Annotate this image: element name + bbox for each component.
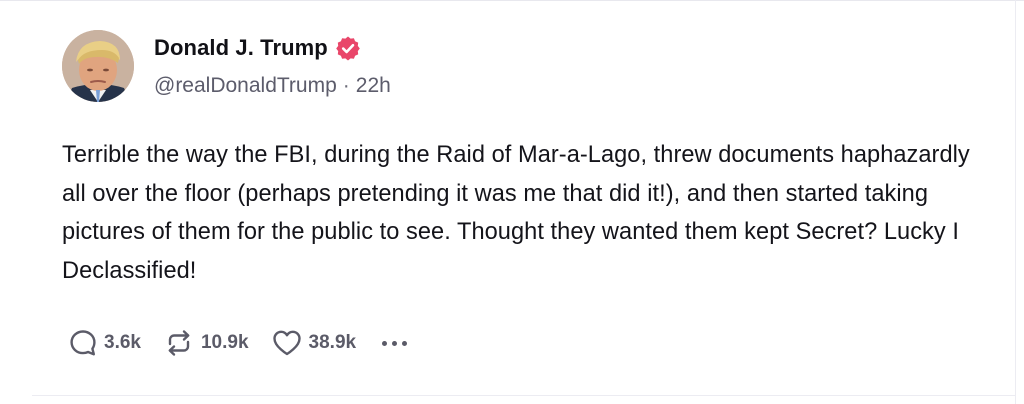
author-name-row: Donald J. Trump	[154, 34, 361, 62]
more-options-button[interactable]	[382, 328, 408, 358]
verified-badge-icon	[335, 35, 361, 61]
meta-separator: ·	[342, 74, 350, 97]
author-meta-row: @realDonaldTrump · 22h	[154, 74, 391, 98]
profile-photo-icon	[62, 30, 134, 102]
repost-arrows-icon	[163, 328, 195, 358]
like-button[interactable]: 38.9k	[271, 328, 357, 358]
post-text: Terrible the way the FBI, during the Rai…	[62, 142, 970, 284]
ellipsis-icon-dot	[402, 340, 408, 346]
post-timestamp[interactable]: 22h	[356, 74, 391, 98]
reply-count: 3.6k	[104, 332, 141, 353]
retruth-count: 10.9k	[200, 332, 249, 353]
speech-bubble-icon	[68, 328, 98, 358]
reply-button[interactable]: 3.6k	[68, 328, 141, 358]
retruth-button[interactable]: 10.9k	[163, 328, 249, 358]
ellipsis-icon-dot	[382, 340, 388, 346]
author-display-name[interactable]: Donald J. Trump	[154, 35, 328, 61]
heart-icon	[271, 328, 303, 358]
post-action-bar: 3.6k 10.9k 38.9k	[68, 328, 408, 358]
author-handle[interactable]: @realDonaldTrump	[154, 74, 337, 98]
avatar[interactable]	[62, 30, 134, 102]
post-card: Donald J. Trump @realDonaldTrump · 22h T…	[0, 0, 1024, 404]
like-count: 38.9k	[308, 332, 357, 353]
ellipsis-icon-dot	[392, 340, 398, 346]
